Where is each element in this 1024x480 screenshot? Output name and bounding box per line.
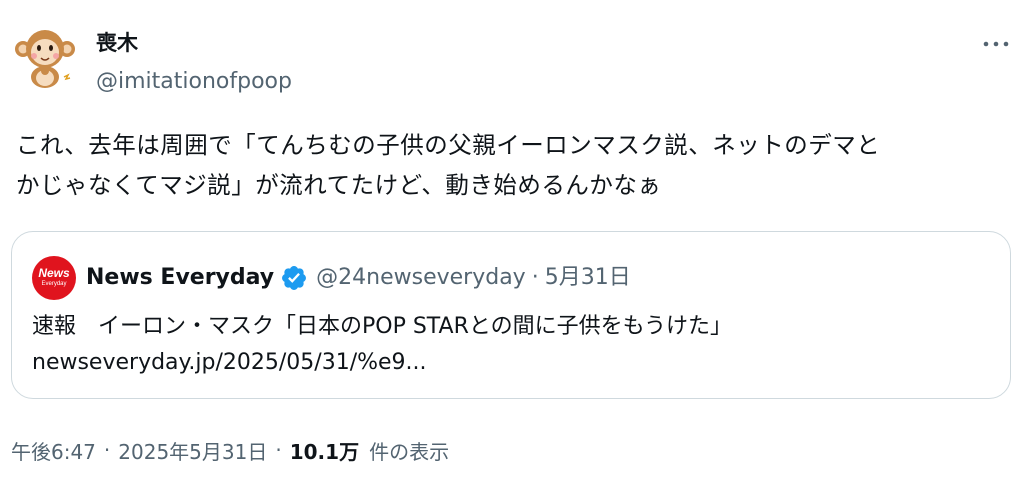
quote-avatar[interactable]: News Everyday xyxy=(32,256,76,300)
tweet-text: これ、去年は周囲で「てんちむの子供の父親イーロンマスク説、ネットのデマと かじゃ… xyxy=(16,125,1016,205)
quote-text: 速報 イーロン・マスク「日本のPOP STARとの間に子供をもうけた」 news… xyxy=(32,309,992,381)
tweet-time[interactable]: 午後6:47 xyxy=(11,436,96,465)
news-logo-subtext: Everyday xyxy=(41,281,67,287)
separator-dot: · xyxy=(531,265,539,290)
separator-dot: · xyxy=(103,438,111,462)
author-name[interactable]: 喪木 xyxy=(96,30,138,56)
verified-badge-icon xyxy=(282,266,307,290)
quoted-tweet-card[interactable]: News Everyday News Everyday @24newsevery… xyxy=(11,231,1011,399)
tweet-text-line: これ、去年は周囲で「てんちむの子供の父親イーロンマスク説、ネットのデマと xyxy=(16,131,881,159)
quote-author-handle[interactable]: @24newseveryday xyxy=(316,263,526,293)
separator-dot: · xyxy=(275,438,282,462)
quote-author-name[interactable]: News Everyday xyxy=(86,263,274,293)
more-horizontal-icon xyxy=(983,41,1009,47)
quote-link[interactable]: newseveryday.jp/2025/05/31/%e9... xyxy=(32,345,992,381)
view-count[interactable]: 10.1万 xyxy=(290,436,359,465)
tweet-meta: 午後6:47 · 2025年5月31日 · 10.1万 件の表示 xyxy=(11,435,449,465)
author-handle[interactable]: @imitationofpoop xyxy=(96,68,292,96)
quote-date[interactable]: 5月31日 xyxy=(545,263,631,293)
monkey-avatar-icon xyxy=(15,30,75,88)
news-logo-text: News xyxy=(38,266,70,280)
tweet-text-line: かじゃなくてマジ説」が流れてたけど、動き始めるんかなぁ xyxy=(16,171,662,199)
tweet-date[interactable]: 2025年5月31日 xyxy=(118,436,267,465)
author-avatar[interactable] xyxy=(14,27,76,89)
view-count-label: 件の表示 xyxy=(369,439,450,464)
more-button[interactable] xyxy=(978,32,1014,56)
quote-header: News Everyday @24newseveryday · 5月31日 xyxy=(86,262,631,294)
tweet: 喪木 @imitationofpoop これ、去年は周囲で「てんちむの子供の父親… xyxy=(0,0,1024,480)
quote-text-line: 速報 イーロン・マスク「日本のPOP STARとの間に子供をもうけた」 xyxy=(32,314,732,339)
